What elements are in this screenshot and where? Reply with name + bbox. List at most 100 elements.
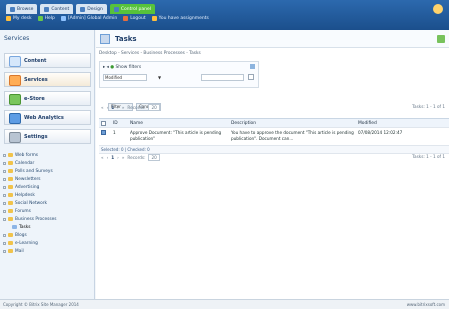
sidebar-section-services[interactable]: Services xyxy=(4,72,91,87)
folder-icon xyxy=(8,249,13,253)
section-label: e-Store xyxy=(24,95,45,102)
first-page-icon[interactable]: « xyxy=(101,155,104,160)
tree-item-label: Business Processes xyxy=(15,216,57,222)
expand-icon[interactable] xyxy=(3,201,6,205)
collapse-icon[interactable] xyxy=(3,217,6,221)
records-per-page-select[interactable]: 20 xyxy=(148,154,160,161)
link-label: My desk xyxy=(13,16,32,21)
expand-icon[interactable] xyxy=(3,241,6,245)
help-icon xyxy=(37,16,43,21)
header-links: My desk Help [Admin] Global Admin Logout… xyxy=(6,16,209,21)
calendar-icon[interactable] xyxy=(248,74,254,80)
menu-icon[interactable] xyxy=(101,130,106,135)
section-label: Services xyxy=(24,76,48,83)
column-header-name[interactable]: Name xyxy=(128,119,229,128)
tree-item-advertising[interactable]: Advertising xyxy=(3,183,93,191)
records-label: Records: xyxy=(127,105,146,110)
expand-icon[interactable] xyxy=(3,249,6,253)
tree-item-helpdesk[interactable]: Helpdesk xyxy=(3,191,93,199)
expand-icon[interactable] xyxy=(3,233,6,237)
folder-icon xyxy=(8,161,13,165)
next-page-icon[interactable]: › xyxy=(117,105,119,110)
expand-icon[interactable] xyxy=(3,185,6,189)
sidebar-section-e-store[interactable]: e-Store xyxy=(4,91,91,106)
status-bar: Copyright © Bitrix Site Manager 2014 www… xyxy=(0,299,449,309)
tab-control-panel[interactable]: Control panel xyxy=(109,4,156,14)
items-count: Tasks: 1 - 1 of 1 xyxy=(412,104,445,109)
page-title: Tasks xyxy=(115,35,137,43)
tab-design[interactable]: Design xyxy=(76,4,107,14)
assignments-link[interactable]: You have assignments xyxy=(151,16,209,21)
last-page-icon[interactable]: » xyxy=(122,155,125,160)
breadcrumb[interactable]: Desktop - Services - Business Processes … xyxy=(99,51,201,56)
modified-filter-field[interactable]: Modified xyxy=(103,74,147,81)
tree-item-social-network[interactable]: Social Network xyxy=(3,199,93,207)
folder-icon xyxy=(8,233,13,237)
row-name[interactable]: Approve Document: "This article is pendi… xyxy=(128,128,229,144)
filter-panel: ▸ ◂ ● Show filters Modified ▼ Filter Can… xyxy=(99,61,259,111)
tab-content[interactable]: Content xyxy=(40,4,74,14)
expand-icon[interactable] xyxy=(3,209,6,213)
date-filter-input[interactable] xyxy=(201,74,244,81)
tab-browse[interactable]: Browse xyxy=(6,4,38,14)
admin-link[interactable]: [Admin] Global Admin xyxy=(60,16,118,21)
tree-item-label: e-Learning xyxy=(15,240,38,246)
first-page-icon[interactable]: « xyxy=(101,105,104,110)
column-header-modified[interactable]: Modified xyxy=(356,119,449,128)
tab-label: Browse xyxy=(17,6,34,12)
sidebar-section-web-analytics[interactable]: Web Analytics xyxy=(4,110,91,125)
row-actions[interactable] xyxy=(99,128,111,138)
tree-item-blogs[interactable]: Blogs xyxy=(3,231,93,239)
my-desk-link[interactable]: My desk xyxy=(6,16,32,21)
main-content: Tasks Desktop - Services - Business Proc… xyxy=(96,30,449,300)
tree-item-business-processes[interactable]: Business Processes xyxy=(3,215,93,223)
analytics-icon xyxy=(9,113,21,124)
footer-link[interactable]: www.bitrixsoft.com xyxy=(407,302,445,307)
expand-icon[interactable] xyxy=(3,153,6,157)
sidebar: Services Content Services e-Store Web An… xyxy=(0,30,95,300)
tree-item-label: Web forms xyxy=(15,152,38,158)
section-label: Content xyxy=(24,57,47,64)
checkbox[interactable] xyxy=(101,121,106,126)
dropdown-arrow-icon[interactable]: ▼ xyxy=(158,75,161,80)
next-page-icon[interactable]: › xyxy=(117,155,119,160)
tree-item-label: Newsletters xyxy=(15,176,41,182)
settings-icon[interactable] xyxy=(250,64,255,69)
prev-page-icon[interactable]: ‹ xyxy=(107,155,109,160)
page-number[interactable]: 1 xyxy=(111,105,114,110)
help-link[interactable]: Help xyxy=(37,16,55,21)
link-label: [Admin] Global Admin xyxy=(67,16,118,21)
table-row[interactable]: 1 Approve Document: "This article is pen… xyxy=(99,128,449,146)
logout-link[interactable]: Logout xyxy=(123,16,146,21)
last-page-icon[interactable]: » xyxy=(122,105,125,110)
tree-item-polls-and-surveys[interactable]: Polls and Surveys xyxy=(3,167,93,175)
services-tree: Web forms Calendar Polls and Surveys New… xyxy=(3,151,93,255)
tree-item-newsletters[interactable]: Newsletters xyxy=(3,175,93,183)
tree-item-label: Blogs xyxy=(15,232,27,238)
page-number[interactable]: 1 xyxy=(111,155,114,160)
tree-item-calendar[interactable]: Calendar xyxy=(3,159,93,167)
filter-heading[interactable]: ▸ ◂ ● Show filters xyxy=(103,65,141,70)
tree-item-mail[interactable]: Mail xyxy=(3,247,93,255)
folder-icon xyxy=(8,185,13,189)
column-header-description[interactable]: Description xyxy=(229,119,356,128)
tree-item-label: Advertising xyxy=(15,184,40,190)
section-label: Web Analytics xyxy=(24,114,64,121)
records-per-page-select[interactable]: 20 xyxy=(148,104,160,111)
selection-summary: Selected: 0 | Checked: 0 xyxy=(101,147,150,152)
column-header-id[interactable]: ID xyxy=(111,119,128,128)
sidebar-section-settings[interactable]: Settings xyxy=(4,129,91,144)
top-navigation-bar: Browse Content Design Control panel My d… xyxy=(0,0,449,30)
design-icon xyxy=(80,6,86,12)
expand-icon[interactable] xyxy=(3,169,6,173)
expand-icon[interactable] xyxy=(3,161,6,165)
tree-item-tasks[interactable]: Tasks xyxy=(3,223,93,231)
tree-item-web-forms[interactable]: Web forms xyxy=(3,151,93,159)
prev-page-icon[interactable]: ‹ xyxy=(107,105,109,110)
expand-icon[interactable] xyxy=(3,193,6,197)
tree-item-forums[interactable]: Forums xyxy=(3,207,93,215)
sidebar-section-content[interactable]: Content xyxy=(4,53,91,68)
favorite-icon[interactable] xyxy=(437,35,445,43)
tree-item-e-learning[interactable]: e-Learning xyxy=(3,239,93,247)
expand-icon[interactable] xyxy=(3,177,6,181)
